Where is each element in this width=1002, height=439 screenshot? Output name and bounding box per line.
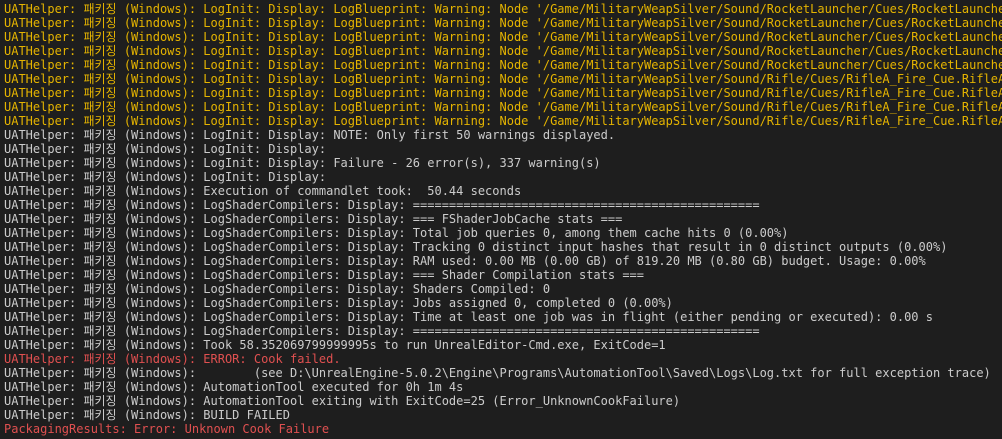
log-line: UATHelper: 패키징 (Windows): LogInit: Displ…	[4, 114, 1002, 128]
log-line: UATHelper: 패키징 (Windows): LogShaderCompi…	[4, 240, 948, 254]
log-line: UATHelper: 패키징 (Windows): LogShaderCompi…	[4, 226, 789, 240]
log-line: UATHelper: 패키징 (Windows): LogInit: Displ…	[4, 2, 1002, 16]
log-line: UATHelper: 패키징 (Windows): LogInit: Displ…	[4, 100, 1002, 114]
error-log-line: UATHelper: 패키징 (Windows): ERROR: Cook fa…	[4, 352, 341, 366]
log-line: UATHelper: 패키징 (Windows): LogInit: Displ…	[4, 44, 1002, 58]
log-line: UATHelper: 패키징 (Windows): LogInit: Displ…	[4, 170, 327, 184]
log-line: UATHelper: 패키징 (Windows): Took 58.352069…	[4, 338, 666, 352]
output-log-console[interactable]: UATHelper: 패키징 (Windows): LogInit: Displ…	[0, 0, 1002, 439]
log-line: UATHelper: 패키징 (Windows): LogInit: Displ…	[4, 142, 327, 156]
log-line: UATHelper: 패키징 (Windows): AutomationTool…	[4, 380, 464, 394]
log-line: UATHelper: 패키징 (Windows): LogInit: Displ…	[4, 128, 616, 142]
log-line: UATHelper: 패키징 (Windows): LogInit: Displ…	[4, 30, 1002, 44]
log-line: UATHelper: 패키징 (Windows): LogShaderCompi…	[4, 268, 644, 282]
log-line: UATHelper: 패키징 (Windows): (see D:\Unreal…	[4, 366, 991, 380]
log-line: UATHelper: 패키징 (Windows): LogShaderCompi…	[4, 296, 673, 310]
packaging-results-error-line: PackagingResults: Error: Unknown Cook Fa…	[4, 422, 330, 436]
log-line: UATHelper: 패키징 (Windows): Execution of c…	[4, 184, 522, 198]
log-line: UATHelper: 패키징 (Windows): LogInit: Displ…	[4, 16, 1002, 30]
log-line: UATHelper: 패키징 (Windows): LogShaderCompi…	[4, 198, 760, 212]
log-line: UATHelper: 패키징 (Windows): LogShaderCompi…	[4, 212, 623, 226]
log-line: UATHelper: 패키징 (Windows): AutomationTool…	[4, 394, 681, 408]
build-failed-line: UATHelper: 패키징 (Windows): BUILD FAILED	[4, 408, 290, 422]
log-line: UATHelper: 패키징 (Windows): LogShaderCompi…	[4, 324, 760, 338]
log-line: UATHelper: 패키징 (Windows): LogInit: Displ…	[4, 86, 1002, 100]
log-line: UATHelper: 패키징 (Windows): LogInit: Displ…	[4, 58, 1002, 72]
log-line: UATHelper: 패키징 (Windows): LogInit: Displ…	[4, 72, 1002, 86]
log-line: UATHelper: 패키징 (Windows): LogShaderCompi…	[4, 310, 933, 324]
log-line: UATHelper: 패키징 (Windows): LogInit: Displ…	[4, 156, 601, 170]
log-line: UATHelper: 패키징 (Windows): LogShaderCompi…	[4, 254, 926, 268]
log-line: UATHelper: 패키징 (Windows): LogShaderCompi…	[4, 282, 551, 296]
